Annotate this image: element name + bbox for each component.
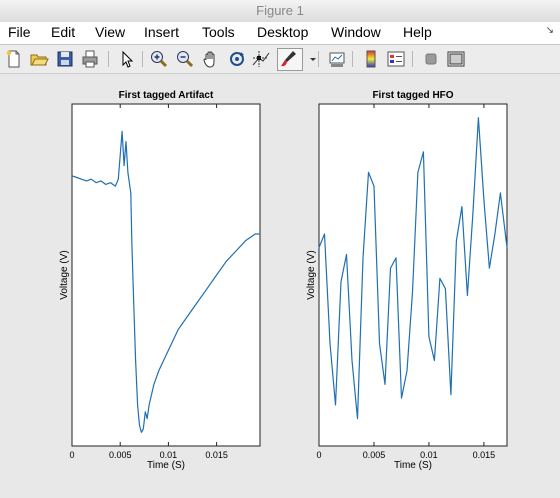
pan-hand-icon[interactable] [201,49,221,69]
menu-insert[interactable]: Insert [144,24,179,40]
x-tick-label-0-1: 0.005 [109,450,132,460]
hide-plot-tools-icon[interactable] [421,49,441,69]
x-axis-label-1: Time (S) [394,460,432,471]
x-tick-label-1-0: 0 [316,450,321,460]
toolbar-separator [352,51,353,67]
x-tick-label-1-1: 0.005 [363,450,386,460]
show-plot-tools-icon[interactable] [446,49,466,69]
toolbar-separator [318,51,319,67]
toolbar-separator [412,51,413,67]
brush-icon[interactable] [277,48,303,71]
x-tick-label-1-2: 0.01 [420,450,438,460]
menu-dock-arrow-icon[interactable]: ↘ [546,25,554,36]
y-axis-label-0: Voltage (V) [59,250,70,299]
axes-box-0[interactable] [71,103,261,447]
data-cursor-icon[interactable] [251,49,271,69]
x-axis-label-0: Time (S) [147,460,185,471]
save-icon[interactable] [55,49,75,69]
toolbar-separator [142,51,143,67]
colorbar-icon[interactable] [361,49,381,69]
menu-edit[interactable]: Edit [51,24,75,40]
menu-view[interactable]: View [95,24,125,40]
window-title-bar: Figure 1 [0,0,560,23]
x-tick-label-0-2: 0.01 [160,450,178,460]
zoom-out-icon[interactable] [175,49,195,69]
new-figure-icon[interactable] [4,49,24,69]
menu-help[interactable]: Help [403,24,432,40]
figure-toolbar [0,45,560,74]
legend-icon[interactable] [386,49,406,69]
open-file-icon[interactable] [29,49,49,69]
zoom-in-icon[interactable] [149,49,169,69]
menu-desktop[interactable]: Desktop [257,24,308,40]
x-tick-label-0-0: 0 [69,450,74,460]
toolbar-separator [108,51,109,67]
chart-title-1: First tagged HFO [372,90,453,101]
pointer-icon[interactable] [117,49,137,69]
y-axis-label-1: Voltage (V) [306,250,317,299]
menu-file[interactable]: File [8,24,31,40]
menu-bar: File Edit View Insert Tools Desktop Wind… [0,22,560,45]
print-icon[interactable] [80,49,100,69]
chart-title-0: First tagged Artifact [119,90,214,101]
link-plot-icon[interactable] [327,49,347,69]
brush-dropdown-icon[interactable] [303,49,316,69]
window-title: Figure 1 [256,3,304,18]
x-tick-label-1-3: 0.015 [473,450,496,460]
figure-canvas: First tagged Artifact 0 0.005 0.01 0.015 Time… [0,74,560,493]
menu-window[interactable]: Window [331,24,381,40]
rotate-3d-icon[interactable] [227,49,247,69]
menu-tools[interactable]: Tools [202,24,235,40]
x-tick-label-0-3: 0.015 [205,450,228,460]
figure-plot-area[interactable]: First tagged Artifact 0 0.005 0.01 0.015 Time… [0,74,560,493]
